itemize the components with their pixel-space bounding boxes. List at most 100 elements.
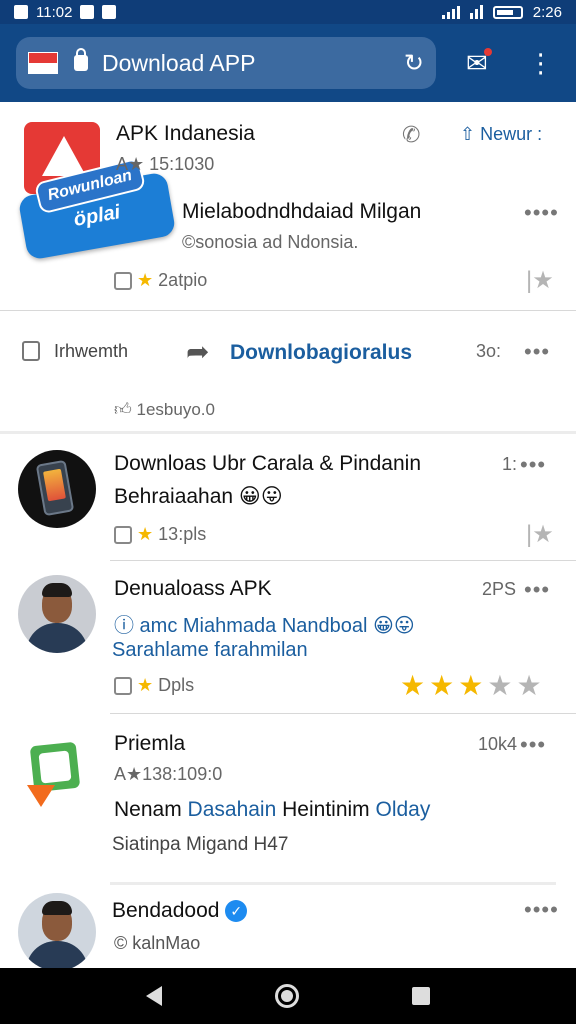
post-item[interactable]: Priemla 10k4 ••• A★138:109:0 Nenam Dasah… [0,714,576,882]
post-title[interactable]: Denualoass APK [114,577,272,601]
post-item[interactable]: Denualoass APK 2PS ••• ⓘ amc Miahmada Na… [0,561,576,713]
avatar[interactable] [18,893,96,968]
star-icon: ★ [137,270,154,290]
post-stats: ★ Dpls [114,675,194,696]
notification-icon[interactable]: ✉ [466,47,492,79]
star-icon: ★ [137,524,154,544]
person-hair [42,583,72,597]
home-icon[interactable] [274,984,299,1008]
verified-badge-icon: ✓ [225,900,248,923]
star-icon: ★ [400,670,430,701]
post-handle: © kalnMao [114,933,201,953]
browser-toolbar: Download APP ↻ ✉ ⋮ [0,24,576,102]
star-icon: ★ [137,675,154,695]
post-time: 1: [502,454,518,474]
share-row: Irhwemth ➦ Downlobagioralus 3o: ••• 👍︎ 1… [0,311,576,431]
more-options-icon[interactable]: ••• [520,732,546,758]
post-handle: ©sonosia ad Ndonsia. [182,232,359,252]
more-options-icon[interactable]: •••• [524,200,559,226]
person-hair [42,901,72,915]
share-action[interactable]: ⇧ Newur : [460,124,542,145]
post-subtitle: Behraiaahan 😀😛 [114,485,283,508]
notification-app-icon [14,5,28,19]
signal-icon [441,5,460,19]
post-title[interactable]: Bendadood ✓ [112,899,248,923]
star-icon: ★ [458,670,488,701]
headline-part-1: Nenam [114,798,182,821]
headline-part-3: Heintinim [282,798,370,821]
more-options-icon[interactable]: ••• [524,339,550,365]
like-icon[interactable] [114,526,132,545]
likes-text: 1esbuyo.0 [136,400,215,419]
status-bar: 11:02 2:26 [0,0,576,24]
download-link[interactable]: Downlobagioralus [230,341,412,365]
post-title[interactable]: Downloas Ubr Carala & Pindanin [114,452,421,476]
share-label: Newur : [480,124,543,144]
like-icon[interactable] [114,677,132,696]
post-author[interactable]: APK Indanesia [116,122,255,146]
feed: öplai Rowunloan APK Indanesia A★ 15:1030… [0,102,576,968]
status-time-left: 11:02 [36,3,73,21]
post-stats: ★ 13:pls [114,524,206,545]
app-icon-orange [27,785,55,807]
row-label: Irhwemth [54,341,129,361]
person-body [26,941,88,968]
post-card-apk-indonesia[interactable]: öplai Rowunloan APK Indanesia A★ 15:1030… [0,102,576,310]
avatar[interactable] [18,450,96,528]
notification-icon-2 [80,5,95,19]
share-icon: ⇧ [460,124,476,144]
post-meta: A★138:109:0 [114,764,223,784]
star-icon: ★ [429,670,459,701]
checkbox-icon[interactable] [22,341,40,361]
row-time: 3o: [476,341,502,361]
post-time: 2PS [482,579,517,599]
more-options-icon[interactable]: ••• [520,452,546,478]
more-options-icon[interactable]: ••• [524,577,550,603]
back-icon[interactable] [146,986,163,1006]
post-item[interactable]: Bendadood ✓ •••• © kalnMao [0,885,576,968]
wifi-signal-icon [469,5,483,19]
avatar[interactable] [18,575,96,653]
share-arrow-icon[interactable]: ➦ [186,335,209,368]
more-options-icon[interactable]: •••• [524,897,559,923]
flag-icon [28,52,58,74]
notification-dot [483,47,492,56]
system-nav-bar [0,968,576,1024]
post-line3[interactable]: Sarahlame farahmilan [112,639,308,662]
post-headline[interactable]: Mielabodndhdaiad Milgan [182,200,421,224]
post-title[interactable]: Priemla [114,732,185,756]
like-icon[interactable] [114,272,132,291]
status-time-right: 2:26 [532,3,562,21]
post-item[interactable]: Downloas Ubr Carala & Pindanin 1: ••• Be… [0,434,576,560]
more-vert-icon[interactable]: ⋮ [528,48,554,79]
bookmark-star-icon[interactable]: |★ [526,266,554,295]
thumbs-up-icon[interactable]: 👍︎ [114,400,132,419]
stats-text: Dpls [158,675,195,695]
address-bar[interactable]: Download APP ↻ [16,37,436,89]
person-body [26,623,88,653]
notification-icon-3 [102,5,117,19]
reload-icon[interactable]: ↻ [404,49,424,78]
avatar[interactable] [18,734,96,812]
phone-icon[interactable]: ✆ [402,122,420,148]
likes-row: 👍︎ 1esbuyo.0 [114,399,215,420]
battery-icon [492,5,523,19]
post-line4: Siatinpa Migand H47 [112,834,289,855]
star-empty-icon: ★ [516,670,546,701]
headline-part-4: Olday [375,798,431,821]
headline-part-2: Dasahain [187,798,277,821]
post-time: 10k4 [478,734,518,754]
post-line2[interactable]: ⓘ amc Miahmada Nandboal 😀😛 [114,609,415,638]
author-name: Bendadood [112,899,220,922]
post-headline[interactable]: Nenam Dasahain Heintinim Olday [114,798,430,822]
star-empty-icon: ★ [487,670,517,701]
bookmark-star-icon[interactable]: |★ [526,520,554,549]
stats-text: 13:pls [158,524,207,544]
stats-text: 2atpio [158,270,208,290]
post-time: A★ 15:1030 [116,154,215,174]
rating-stars[interactable]: ★★★★★ [400,669,546,702]
recent-apps-icon[interactable] [411,987,430,1005]
lock-icon [74,48,88,71]
url-text[interactable]: Download APP [102,50,404,77]
post-stats: ★ 2atpio [114,270,207,291]
